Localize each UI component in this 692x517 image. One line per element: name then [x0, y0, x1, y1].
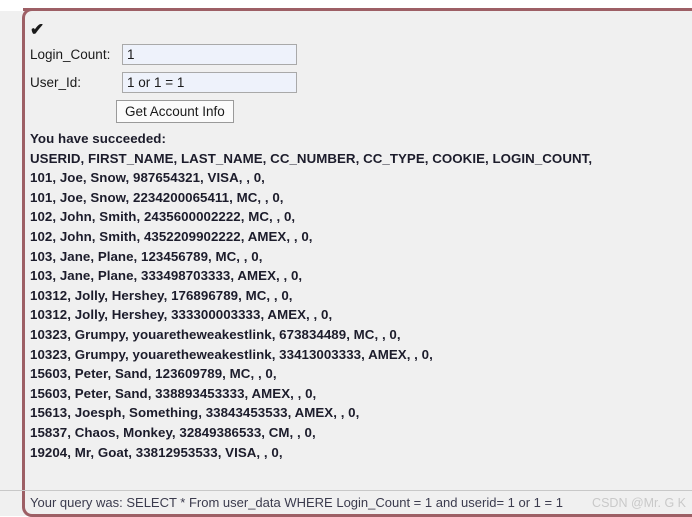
success-message: You have succeeded: — [30, 129, 692, 149]
result-rows: 101, Joe, Snow, 987654321, VISA, , 0,101… — [30, 168, 692, 462]
results-column-header: USERID, FIRST_NAME, LAST_NAME, CC_NUMBER… — [30, 149, 692, 169]
panel-content: ✔ Login_Count: User_Id: Get Account Info… — [0, 11, 692, 513]
submit-row: Get Account Info — [116, 100, 692, 123]
result-row: 101, Joe, Snow, 987654321, VISA, , 0, — [30, 168, 692, 188]
get-account-info-button[interactable]: Get Account Info — [116, 100, 234, 123]
field-row-user-id: User_Id: — [30, 72, 692, 93]
user-id-input[interactable] — [122, 72, 297, 93]
result-row: 15613, Joesph, Something, 33843453533, A… — [30, 403, 692, 423]
account-lookup-form: Login_Count: User_Id: Get Account Info — [30, 44, 692, 123]
result-row: 15603, Peter, Sand, 123609789, MC, , 0, — [30, 364, 692, 384]
login-count-input[interactable] — [122, 44, 297, 65]
result-row: 15837, Chaos, Monkey, 32849386533, CM, ,… — [30, 423, 692, 443]
result-row: 10323, Grumpy, youaretheweakestlink, 334… — [30, 345, 692, 365]
result-row: 103, Jane, Plane, 333498703333, AMEX, , … — [30, 266, 692, 286]
results-output: You have succeeded: USERID, FIRST_NAME, … — [30, 129, 692, 462]
query-text: Your query was: SELECT * From user_data … — [30, 495, 563, 510]
result-row: 15603, Peter, Sand, 338893453333, AMEX, … — [30, 384, 692, 404]
login-count-label: Login_Count: — [30, 47, 122, 62]
lesson-panel: ✔ Login_Count: User_Id: Get Account Info… — [0, 8, 692, 516]
result-row: 10312, Jolly, Hershey, 333300003333, AME… — [30, 305, 692, 325]
result-row: 102, John, Smith, 2435600002222, MC, , 0… — [30, 207, 692, 227]
result-row: 10312, Jolly, Hershey, 176896789, MC, , … — [30, 286, 692, 306]
user-id-label: User_Id: — [30, 75, 122, 90]
result-row: 19204, Mr, Goat, 33812953533, VISA, , 0, — [30, 443, 692, 463]
check-icon: ✔ — [30, 21, 44, 38]
result-row: 101, Joe, Snow, 2234200065411, MC, , 0, — [30, 188, 692, 208]
result-row: 102, John, Smith, 4352209902222, AMEX, ,… — [30, 227, 692, 247]
result-row: 10323, Grumpy, youaretheweakestlink, 673… — [30, 325, 692, 345]
field-row-login-count: Login_Count: — [30, 44, 692, 65]
status-row: ✔ — [30, 21, 692, 39]
result-row: 103, Jane, Plane, 123456789, MC, , 0, — [30, 247, 692, 267]
query-footer: Your query was: SELECT * From user_data … — [0, 490, 692, 516]
